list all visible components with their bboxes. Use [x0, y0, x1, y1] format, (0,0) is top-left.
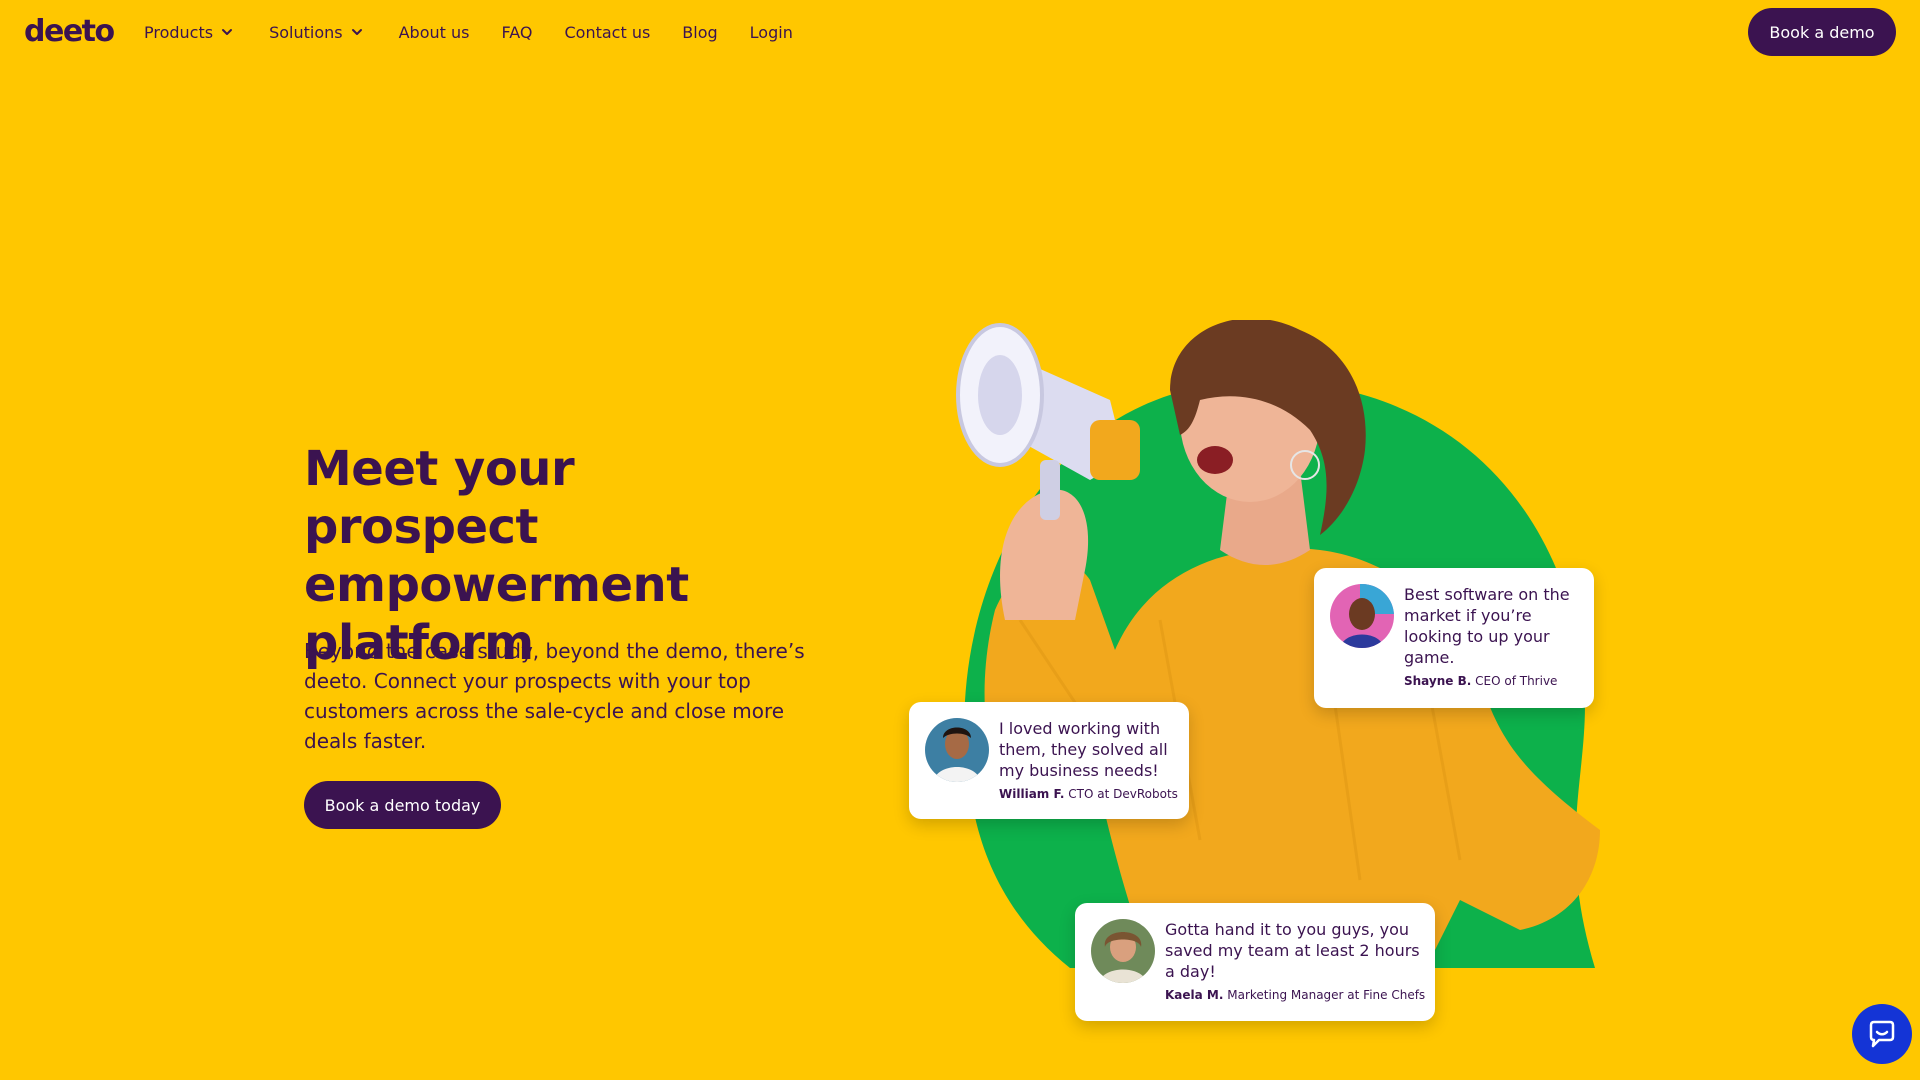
nav-item-about-us[interactable]: About us [399, 23, 470, 42]
testimonial-card: Gotta hand it to you guys, you saved my … [1075, 903, 1435, 1021]
book-demo-button[interactable]: Book a demo [1748, 8, 1896, 56]
avatar [1091, 919, 1155, 983]
book-demo-today-button[interactable]: Book a demo today [304, 781, 501, 829]
nav-item-contact-us[interactable]: Contact us [564, 23, 650, 42]
testimonial-author: Kaela M. Marketing Manager at Fine Chefs [1165, 987, 1425, 1003]
chat-bubble-icon [1869, 1020, 1895, 1048]
nav-item-products[interactable]: Products [144, 23, 233, 42]
woman-mouth [1197, 446, 1233, 474]
top-navigation: deeto Products Solutions About us FAQ Co… [0, 0, 1920, 64]
avatar [925, 718, 989, 782]
nav-item-login[interactable]: Login [750, 23, 793, 42]
avatar [1330, 584, 1394, 648]
nav-item-faq[interactable]: FAQ [501, 23, 532, 42]
testimonial-card: I loved working with them, they solved a… [909, 702, 1189, 819]
testimonial-body: I loved working with them, they solved a… [999, 718, 1178, 802]
chevron-down-icon [222, 29, 233, 35]
nav-item-blog[interactable]: Blog [682, 23, 717, 42]
testimonial-quote: I loved working with them, they solved a… [999, 719, 1168, 780]
testimonial-quote: Gotta hand it to you guys, you saved my … [1165, 920, 1420, 981]
testimonial-author: William F. CTO at DevRobots [999, 786, 1178, 802]
deeto-logo[interactable]: deeto [24, 14, 115, 50]
hero-title-line: empowerment [304, 557, 689, 613]
testimonial-quote: Best software on the market if you’re lo… [1404, 585, 1570, 667]
author-name: Kaela M. [1165, 988, 1224, 1002]
chat-launcher-button[interactable] [1852, 1004, 1912, 1064]
author-role: CTO at DevRobots [1068, 787, 1178, 801]
nav-item-label: Products [144, 22, 214, 42]
testimonial-body: Gotta hand it to you guys, you saved my … [1165, 919, 1425, 1003]
nav-item-label: Solutions [269, 22, 343, 42]
testimonial-author: Shayne B. CEO of Thrive [1404, 673, 1578, 689]
testimonial-body: Best software on the market if you’re lo… [1404, 584, 1578, 689]
nav-links: Products Solutions About us FAQ Contact … [144, 20, 825, 44]
author-role: CEO of Thrive [1475, 674, 1558, 688]
author-name: William F. [999, 787, 1065, 801]
nav-item-solutions[interactable]: Solutions [269, 23, 363, 42]
chevron-down-icon [351, 29, 362, 35]
hero-title-line: Meet your prospect [304, 441, 575, 555]
author-role: Marketing Manager at Fine Chefs [1227, 988, 1426, 1002]
testimonial-card: Best software on the market if you’re lo… [1314, 568, 1594, 708]
hero-subtitle: Beyond the case study, beyond the demo, … [304, 639, 805, 753]
author-name: Shayne B. [1404, 674, 1472, 688]
